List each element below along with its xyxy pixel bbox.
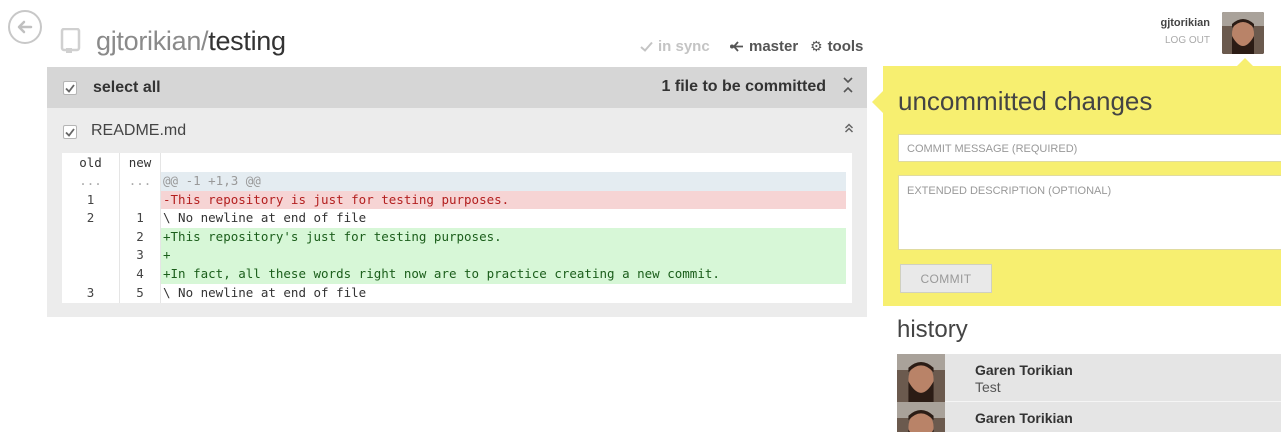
history-summary: Test — [975, 379, 1001, 395]
back-button[interactable] — [8, 10, 42, 44]
checkmark-icon — [65, 127, 75, 137]
commit-button[interactable]: COMMIT — [900, 264, 992, 293]
gear-icon: ⚙ — [810, 38, 823, 54]
diff-line-text: + — [161, 246, 846, 265]
diff-line-text: +This repository's just for testing purp… — [161, 227, 846, 247]
diff-line: 2 +This repository's just for testing pur… — [62, 227, 852, 247]
new-line-number: 3 — [136, 247, 144, 263]
diff-line: 1 -This repository is just for testing pu… — [62, 190, 852, 210]
select-all-checkbox[interactable] — [63, 81, 77, 95]
diff-table: old new ...... @@ -1 +1,3 @@ 1 -This reposi… — [62, 153, 852, 303]
diff-line: 3 + — [62, 246, 852, 265]
logout-link[interactable]: LOG OUT — [1140, 35, 1210, 46]
commit-panel: uncommitted changes COMMIT MESSAGE (REQU… — [883, 66, 1281, 306]
branch-icon — [730, 41, 743, 52]
diff-line: ...... @@ -1 +1,3 @@ — [62, 172, 852, 191]
history-author: Garen Torikian — [975, 410, 1073, 426]
diff-lines: ...... @@ -1 +1,3 @@ 1 -This repository is … — [62, 172, 852, 302]
new-line-number: 4 — [136, 265, 144, 281]
history-author: Garen Torikian — [975, 362, 1073, 378]
avatar — [897, 402, 945, 432]
diff-header-row: old new — [62, 153, 852, 172]
repository-name[interactable]: testing — [208, 26, 286, 56]
collapse-all-icon[interactable] — [842, 76, 854, 95]
avatar[interactable] — [1222, 12, 1264, 54]
tools-label: tools — [827, 38, 864, 55]
check-icon — [640, 41, 653, 52]
diff-line-text: \ No newline at end of file — [163, 284, 367, 300]
file-checkbox[interactable] — [63, 125, 77, 139]
tools-menu[interactable]: ⚙ tools — [810, 38, 863, 55]
old-column-header: old — [79, 155, 102, 170]
diff-line: 3 5 \ No newline at end of file — [62, 284, 852, 303]
diff-line: 2 1 \ No newline at end of file — [62, 209, 852, 228]
history-list: Garen Torikian Test Garen Torikian — [897, 354, 1281, 432]
branch-selector[interactable]: master — [729, 38, 798, 55]
repository-owner[interactable]: gjtorikian/ — [96, 26, 209, 56]
commit-message-input[interactable]: COMMIT MESSAGE (REQUIRED) — [898, 134, 1281, 162]
select-all-label[interactable]: select all — [93, 79, 161, 97]
diff-line-text: +In fact, all these words right now are … — [161, 264, 846, 284]
new-line-number: 2 — [136, 228, 144, 244]
file-name[interactable]: README.md — [91, 122, 186, 140]
checkmark-icon — [65, 83, 75, 93]
sync-status-label: in sync — [658, 38, 710, 55]
commit-panel-title: uncommitted changes — [898, 86, 1153, 116]
repository-icon — [60, 27, 82, 59]
diff-line: 4 +In fact, all these words right now are… — [62, 264, 852, 284]
history-title: history — [897, 316, 968, 343]
new-line-number: ... — [128, 173, 152, 188]
new-line-number: 1 — [136, 210, 144, 226]
user-name[interactable]: gjtorikian — [1140, 17, 1210, 29]
repository-title[interactable]: gjtorikian/testing — [96, 26, 286, 57]
select-all-bar: select all 1 file to be committed — [47, 67, 867, 108]
history-item[interactable]: Garen Torikian — [897, 402, 1281, 432]
diff-line-text: \ No newline at end of file — [163, 210, 367, 226]
old-line-number: 2 — [86, 210, 95, 226]
diff-line-text: -This repository is just for testing pur… — [161, 190, 846, 210]
sync-status[interactable]: in sync — [640, 38, 710, 55]
avatar — [897, 354, 945, 402]
new-line-number: 5 — [136, 284, 144, 300]
file-diff-panel: README.md old new ...... @@ -1 +1,3 @@ 1 -T… — [47, 108, 867, 317]
diff-line-text: @@ -1 +1,3 @@ — [161, 172, 846, 191]
branch-label: master — [749, 38, 799, 55]
history-item[interactable]: Garen Torikian Test — [897, 354, 1281, 402]
collapse-file-icon[interactable] — [844, 122, 854, 137]
old-line-number: ... — [79, 173, 102, 188]
old-line-number: 1 — [86, 191, 95, 207]
files-to-commit-count: 1 file to be committed — [661, 78, 826, 95]
back-arrow-icon — [17, 20, 33, 34]
new-column-header: new — [128, 155, 152, 170]
extended-description-input[interactable]: EXTENDED DESCRIPTION (OPTIONAL) — [898, 175, 1281, 250]
old-line-number: 3 — [86, 284, 95, 300]
